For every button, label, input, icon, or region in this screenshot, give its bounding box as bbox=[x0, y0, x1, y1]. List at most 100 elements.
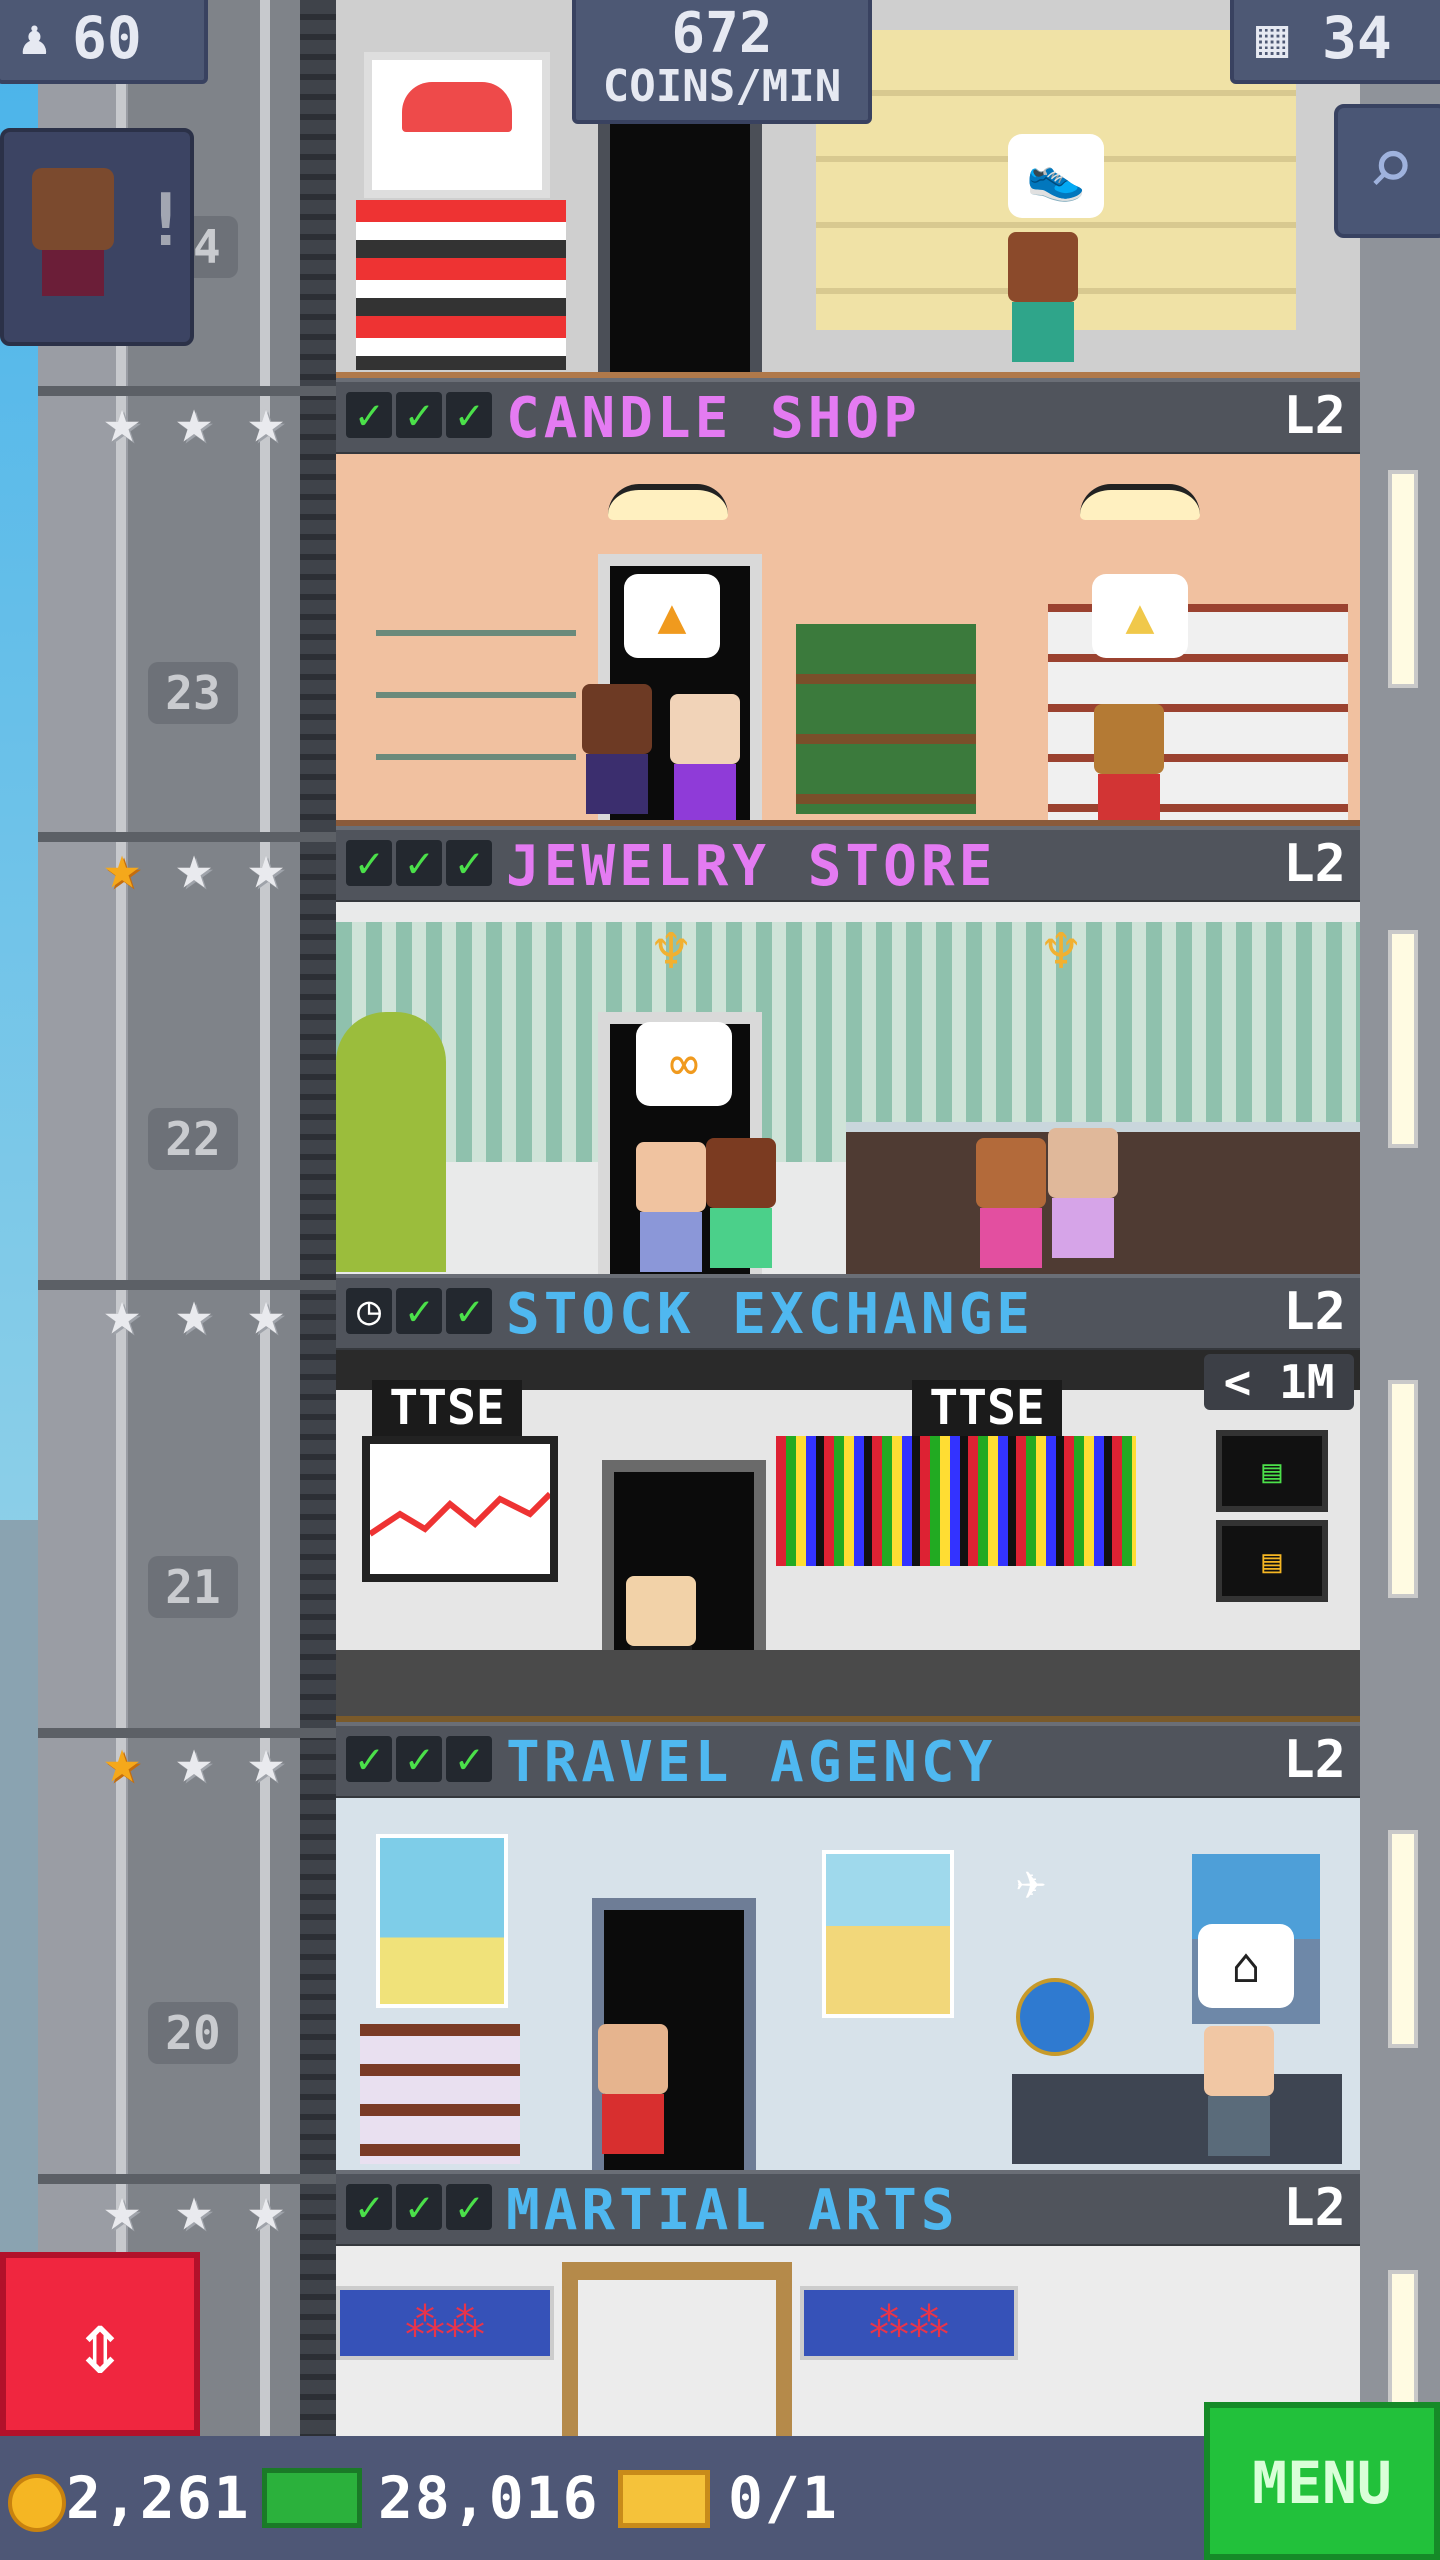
building-icon: ▦ bbox=[1256, 6, 1289, 69]
stock-line-graphic bbox=[368, 1491, 553, 1537]
thought-bubble: ∞ bbox=[636, 1022, 732, 1106]
shop-level: L2 bbox=[1283, 1282, 1346, 1342]
coins-per-min-panel: 672 COINS/MIN bbox=[572, 0, 872, 124]
customer bbox=[976, 1138, 1046, 1268]
check-icon: ✓ bbox=[396, 1288, 442, 1334]
floor-stars: ★ ★ ★ bbox=[92, 2172, 296, 2245]
thought-bubble: ⌂ bbox=[1198, 1924, 1294, 2008]
agent-desk bbox=[1012, 2074, 1342, 2164]
shop-name: CANDLE SHOP bbox=[506, 386, 921, 451]
customer bbox=[1048, 1128, 1118, 1258]
check-icon: ✓ bbox=[446, 392, 492, 438]
tower-right-wall bbox=[1360, 0, 1440, 2560]
airplane-model: ✈ bbox=[1016, 1853, 1047, 1911]
elevator-button[interactable]: ⇕ bbox=[0, 2252, 200, 2436]
check-icon: ✓ bbox=[346, 392, 392, 438]
floor-room-travel-agency[interactable]: ✈ ⌂ bbox=[336, 1798, 1360, 2174]
check-icon: ✓ bbox=[396, 840, 442, 886]
magnifier-icon: ⌕ bbox=[1366, 120, 1416, 213]
thought-bubble: ▲ bbox=[624, 574, 720, 658]
floor-stars: ★ ★ ★ bbox=[92, 830, 296, 903]
floor-banner[interactable]: ◷ ✓ ✓ STOCK EXCHANGE L2 bbox=[336, 1274, 1360, 1354]
floor-counter[interactable]: ▦ 34 bbox=[1230, 0, 1440, 84]
floor-banner[interactable]: ✓ ✓ ✓ MARTIAL ARTS L2 bbox=[336, 2170, 1360, 2250]
shoe-boxes bbox=[356, 200, 566, 370]
exchange-sign: TTSE bbox=[372, 1380, 522, 1436]
floor-room-jewelry-store[interactable]: ♆ ♆ ∞ bbox=[336, 902, 1360, 1280]
tickets-value: 0/1 bbox=[728, 2464, 839, 2532]
thought-bubble: ▲ bbox=[1092, 574, 1188, 658]
shop-name: STOCK EXCHANGE bbox=[506, 1282, 1035, 1347]
customer bbox=[582, 684, 652, 814]
elevator-floor-number: 22 bbox=[148, 1108, 238, 1170]
room-door bbox=[598, 110, 762, 386]
dojo-banner: ⁂⁂ bbox=[336, 2286, 554, 2360]
banknote-icon[interactable] bbox=[262, 2468, 362, 2528]
shop-level: L2 bbox=[1283, 386, 1346, 446]
plant bbox=[336, 1012, 446, 1272]
floor-banner[interactable]: ✓ ✓ ✓ TRAVEL AGENCY L2 bbox=[336, 1722, 1360, 1802]
population-value: 60 bbox=[72, 4, 142, 72]
brochure-rack bbox=[360, 2024, 520, 2164]
star-icon: ★ bbox=[247, 1276, 285, 1349]
trading-desks bbox=[336, 1650, 1360, 1720]
check-icon: ✓ bbox=[346, 1736, 392, 1782]
floor-room-candle-shop[interactable]: ▲ ▲ bbox=[336, 454, 1360, 832]
floor-stars: ★ ★ ★ bbox=[92, 1276, 296, 1349]
menu-button[interactable]: MENU bbox=[1204, 2402, 1440, 2560]
floor-stars: ★ ★ ★ bbox=[92, 384, 296, 457]
star-icon: ★ bbox=[103, 830, 141, 903]
ticket-icon[interactable] bbox=[618, 2470, 710, 2528]
window-light bbox=[1388, 1380, 1418, 1598]
floor-banner[interactable]: ✓ ✓ ✓ JEWELRY STORE L2 bbox=[336, 826, 1360, 906]
visitor-avatar-body bbox=[42, 250, 104, 296]
star-icon: ★ bbox=[175, 2172, 213, 2245]
ceiling-lamp bbox=[1080, 484, 1200, 520]
check-icon: ✓ bbox=[396, 1736, 442, 1782]
beach-poster bbox=[822, 1850, 954, 2018]
customer bbox=[636, 1142, 706, 1272]
shop-level: L2 bbox=[1283, 834, 1346, 894]
star-icon: ★ bbox=[247, 2172, 285, 2245]
check-icon: ✓ bbox=[446, 840, 492, 886]
floor-stars: ★ ★ ★ bbox=[92, 1724, 296, 1797]
ceiling-lamp bbox=[608, 484, 728, 520]
ticker-board bbox=[776, 1436, 1136, 1566]
floor-count-value: 34 bbox=[1322, 4, 1392, 72]
check-icon: ✓ bbox=[446, 1736, 492, 1782]
search-button[interactable]: ⌕ bbox=[1334, 104, 1440, 238]
star-icon: ★ bbox=[175, 1724, 213, 1797]
visitor-notification[interactable]: ! bbox=[0, 128, 194, 346]
quote-monitor: ▤ bbox=[1216, 1430, 1328, 1512]
shop-name: JEWELRY STORE bbox=[506, 834, 997, 899]
star-icon: ★ bbox=[175, 1276, 213, 1349]
bux-value: 28,016 bbox=[378, 2464, 600, 2532]
star-icon: ★ bbox=[247, 384, 285, 457]
check-icon: ✓ bbox=[346, 840, 392, 886]
coins-value: 2,261 bbox=[66, 2464, 251, 2532]
thought-bubble: 👟 bbox=[1008, 134, 1104, 218]
stock-status: ✓ ✓ ✓ bbox=[346, 2184, 492, 2230]
check-icon: ✓ bbox=[346, 2184, 392, 2230]
star-icon: ★ bbox=[247, 830, 285, 903]
floor-banner[interactable]: ✓ ✓ ✓ CANDLE SHOP L2 bbox=[336, 378, 1360, 458]
customer bbox=[670, 694, 740, 824]
stock-status: ✓ ✓ ✓ bbox=[346, 1736, 492, 1782]
window-light bbox=[1388, 930, 1418, 1148]
visitor-avatar bbox=[32, 168, 114, 250]
star-icon: ★ bbox=[175, 384, 213, 457]
star-icon: ★ bbox=[247, 1724, 285, 1797]
star-icon: ★ bbox=[103, 1724, 141, 1797]
window-light bbox=[1388, 1830, 1418, 2048]
coin-icon bbox=[8, 2474, 66, 2532]
check-icon: ✓ bbox=[396, 392, 442, 438]
star-icon: ★ bbox=[103, 384, 141, 457]
population-counter[interactable]: ♟ 60 bbox=[0, 0, 208, 84]
shoe-poster bbox=[364, 52, 550, 198]
elevator-floor-number: 21 bbox=[148, 1556, 238, 1618]
exclamation-icon: ! bbox=[144, 178, 188, 262]
coins-per-min-value: 672 bbox=[671, 1, 773, 66]
stock-status: ✓ ✓ ✓ bbox=[346, 840, 492, 886]
timer-badge: < 1M bbox=[1204, 1354, 1354, 1410]
floor-room-stock-exchange[interactable]: < 1M TTSE TTSE ▤ ▤ bbox=[336, 1350, 1360, 1728]
